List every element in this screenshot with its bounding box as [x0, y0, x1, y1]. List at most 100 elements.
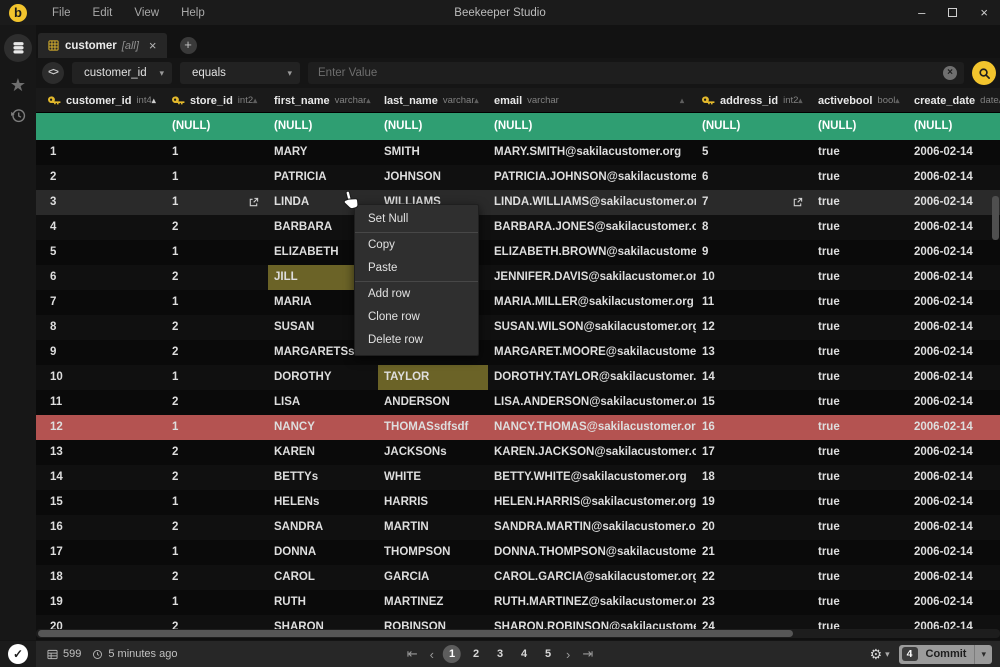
vertical-scrollbar-thumb[interactable] — [992, 196, 999, 240]
cell[interactable]: true — [812, 290, 908, 315]
menu-file[interactable]: File — [41, 7, 82, 19]
cell[interactable]: 2 — [166, 340, 268, 365]
column-header-customer_id[interactable]: customer_idint4▴ — [36, 88, 166, 113]
insert-row-cell[interactable]: (NULL) — [268, 113, 378, 140]
cell[interactable]: 9 — [696, 240, 812, 265]
cell[interactable]: true — [812, 540, 908, 565]
insert-row-cell[interactable]: (NULL) — [378, 113, 488, 140]
cell[interactable]: DONNA — [268, 540, 378, 565]
filter-operator-select[interactable]: equals ▾ — [180, 62, 300, 84]
context-menu-item-clone-row[interactable]: Clone row — [355, 306, 478, 329]
cell[interactable]: 16 — [696, 415, 812, 440]
cell[interactable]: 2006-02-14 — [908, 240, 1000, 265]
cell[interactable]: BETTY.WHITE@sakilacustomer.org — [488, 465, 696, 490]
cell[interactable]: true — [812, 365, 908, 390]
cell[interactable]: 21 — [696, 540, 812, 565]
cell[interactable]: WHITE — [378, 465, 488, 490]
cell[interactable]: SANDRA — [268, 515, 378, 540]
cell[interactable]: 11 — [36, 390, 166, 415]
cell[interactable]: true — [812, 565, 908, 590]
cell[interactable]: 1 — [166, 415, 268, 440]
pending-insert-row[interactable]: (NULL)(NULL)(NULL)(NULL)(NULL)(NULL)(NUL… — [36, 113, 1000, 140]
cell[interactable]: 9 — [36, 340, 166, 365]
sort-arrow-icon[interactable]: ▴ — [253, 89, 257, 113]
insert-row-cell[interactable]: (NULL) — [908, 113, 1000, 140]
cell[interactable]: 7 — [36, 290, 166, 315]
table-row[interactable]: 191RUTHMARTINEZRUTH.MARTINEZ@sakilacusto… — [36, 590, 1000, 615]
cell[interactable]: 2006-02-14 — [908, 415, 1000, 440]
last-page-button[interactable]: ⇥ — [579, 646, 596, 662]
column-header-address_id[interactable]: address_idint2▴ — [696, 88, 812, 113]
cell[interactable]: 2 — [166, 465, 268, 490]
cell[interactable]: SANDRA.MARTIN@sakilacustomer.org — [488, 515, 696, 540]
column-header-store_id[interactable]: store_idint2▴ — [166, 88, 268, 113]
cell[interactable]: THOMASsdfsdf — [378, 415, 488, 440]
commit-dropdown-caret[interactable]: ▾ — [974, 645, 992, 664]
cell[interactable]: 2 — [166, 565, 268, 590]
cell[interactable]: LISA — [268, 390, 378, 415]
horizontal-scrollbar-thumb[interactable] — [38, 630, 793, 637]
cell[interactable]: PATRICIA — [268, 165, 378, 190]
cell[interactable]: true — [812, 140, 908, 165]
cell[interactable]: 2006-02-14 — [908, 515, 1000, 540]
cell[interactable]: KAREN — [268, 440, 378, 465]
cell[interactable]: 12 — [36, 415, 166, 440]
cell[interactable]: 1 — [166, 190, 268, 215]
clear-input-icon[interactable]: × — [943, 66, 957, 80]
cell[interactable]: TAYLOR — [378, 365, 488, 390]
cell[interactable]: 1 — [166, 165, 268, 190]
next-page-button[interactable]: › — [563, 647, 573, 662]
new-tab-button[interactable]: + — [180, 37, 197, 54]
cell[interactable]: 7 — [696, 190, 812, 215]
sql-code-toggle-button[interactable]: <> — [42, 62, 64, 84]
insert-row-cell[interactable]: (NULL) — [488, 113, 696, 140]
column-header-email[interactable]: emailvarchar▴ — [488, 88, 696, 113]
table-row[interactable]: 142BETTYsWHITEBETTY.WHITE@sakilacustomer… — [36, 465, 1000, 490]
context-menu-item-paste[interactable]: Paste — [355, 257, 478, 280]
cell[interactable]: 2 — [166, 515, 268, 540]
filter-field-select[interactable]: customer_id ▾ — [72, 62, 172, 84]
cell[interactable]: 2 — [166, 315, 268, 340]
cell[interactable]: PATRICIA.JOHNSON@sakilacustomer.org — [488, 165, 696, 190]
sort-arrow-icon[interactable]: ▴ — [475, 89, 479, 113]
table-row[interactable]: 182CAROLGARCIACAROL.GARCIA@sakilacustome… — [36, 565, 1000, 590]
cell[interactable]: true — [812, 415, 908, 440]
cell[interactable]: 1 — [166, 290, 268, 315]
cell[interactable]: JACKSONs — [378, 440, 488, 465]
sort-arrow-icon[interactable]: ▴ — [366, 89, 370, 113]
cell[interactable]: true — [812, 165, 908, 190]
cell[interactable]: LINDA.WILLIAMS@sakilacustomer.org — [488, 190, 696, 215]
table-row[interactable]: 151HELENsHARRISHELEN.HARRIS@sakilacustom… — [36, 490, 1000, 515]
cell[interactable]: 10 — [696, 265, 812, 290]
cell[interactable]: 12 — [696, 315, 812, 340]
sort-arrow-icon[interactable]: ▴ — [680, 89, 684, 113]
cell[interactable]: 13 — [36, 440, 166, 465]
cell[interactable]: 17 — [36, 540, 166, 565]
horizontal-scrollbar[interactable] — [36, 629, 1000, 638]
table-row[interactable]: 21PATRICIAJOHNSONPATRICIA.JOHNSON@sakila… — [36, 165, 1000, 190]
maximize-button[interactable] — [948, 8, 957, 17]
cell[interactable]: 2006-02-14 — [908, 165, 1000, 190]
cell[interactable]: true — [812, 240, 908, 265]
table-row[interactable]: 171DONNATHOMPSONDONNA.THOMPSON@sakilacus… — [36, 540, 1000, 565]
table-row[interactable]: 92MARGARETSsMOORESMARGARET.MOORE@sakilac… — [36, 340, 1000, 365]
cell[interactable]: HARRIS — [378, 490, 488, 515]
cell[interactable]: 4 — [36, 215, 166, 240]
cell[interactable]: 15 — [696, 390, 812, 415]
cell[interactable]: true — [812, 190, 908, 215]
cell[interactable]: HELEN.HARRIS@sakilacustomer.org — [488, 490, 696, 515]
cell[interactable]: MARTINEZ — [378, 590, 488, 615]
cell[interactable]: 6 — [696, 165, 812, 190]
cell[interactable]: 2006-02-14 — [908, 540, 1000, 565]
cell[interactable]: 1 — [166, 140, 268, 165]
cell[interactable]: true — [812, 590, 908, 615]
table-row[interactable]: 82SUSANWILSONSUSAN.WILSON@sakilacustomer… — [36, 315, 1000, 340]
page-button-5[interactable]: 5 — [539, 645, 557, 663]
cell[interactable]: 19 — [36, 590, 166, 615]
cell[interactable]: 2006-02-14 — [908, 215, 1000, 240]
sort-arrow-icon[interactable]: ▴ — [152, 89, 156, 113]
sidebar-item-history[interactable] — [0, 107, 36, 124]
page-button-4[interactable]: 4 — [515, 645, 533, 663]
cell[interactable]: MARY — [268, 140, 378, 165]
cell[interactable]: 2006-02-14 — [908, 290, 1000, 315]
